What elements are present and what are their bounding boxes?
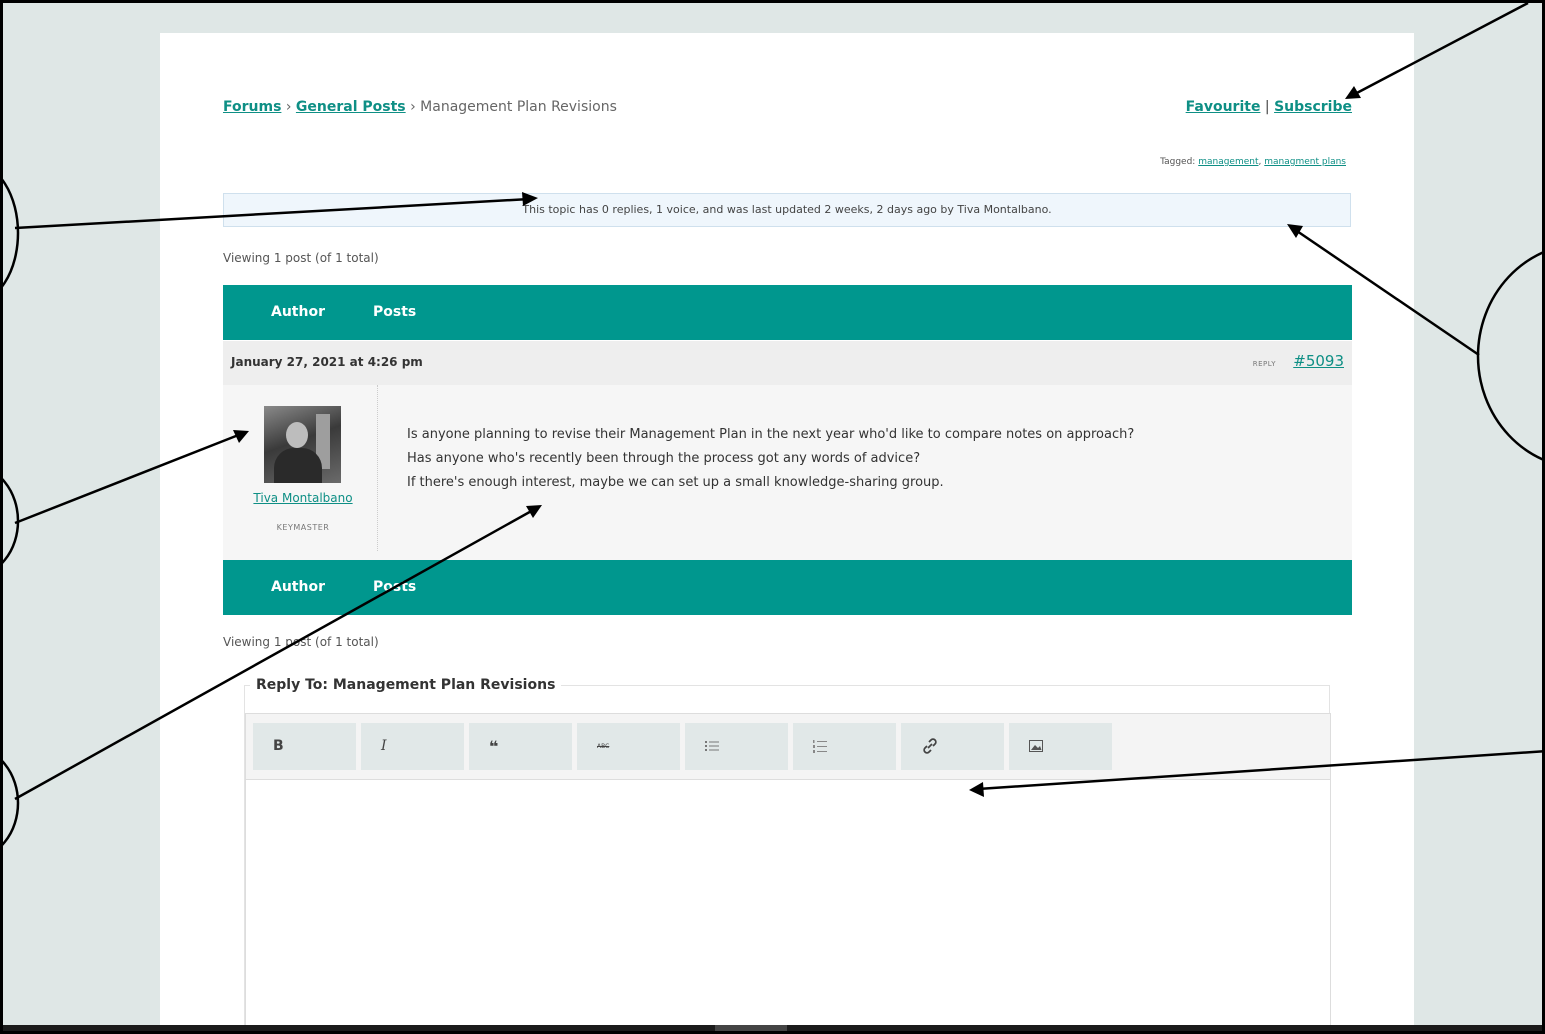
screenshot-frame: Forums › General Posts › Management Plan… [0,0,1545,1034]
arrowhead [522,192,538,206]
annotation-overlay [3,3,1542,846]
arrowhead [1287,224,1303,238]
callout-arrow [14,507,536,801]
callout-arrow [1352,3,1529,97]
callout-circle [1476,251,1542,461]
callout-circle [3,760,20,846]
bottom-bar [3,1025,1542,1031]
arrowhead [969,782,984,797]
callout-circle [3,178,20,288]
callout-arrow [977,750,1542,791]
annotation-arrowheads [233,86,1361,797]
callout-circle [3,478,20,564]
callout-arrow [14,432,242,525]
callout-arrow [1293,227,1480,357]
scroll-handle[interactable] [715,1025,787,1031]
callout-arrow [14,197,531,230]
